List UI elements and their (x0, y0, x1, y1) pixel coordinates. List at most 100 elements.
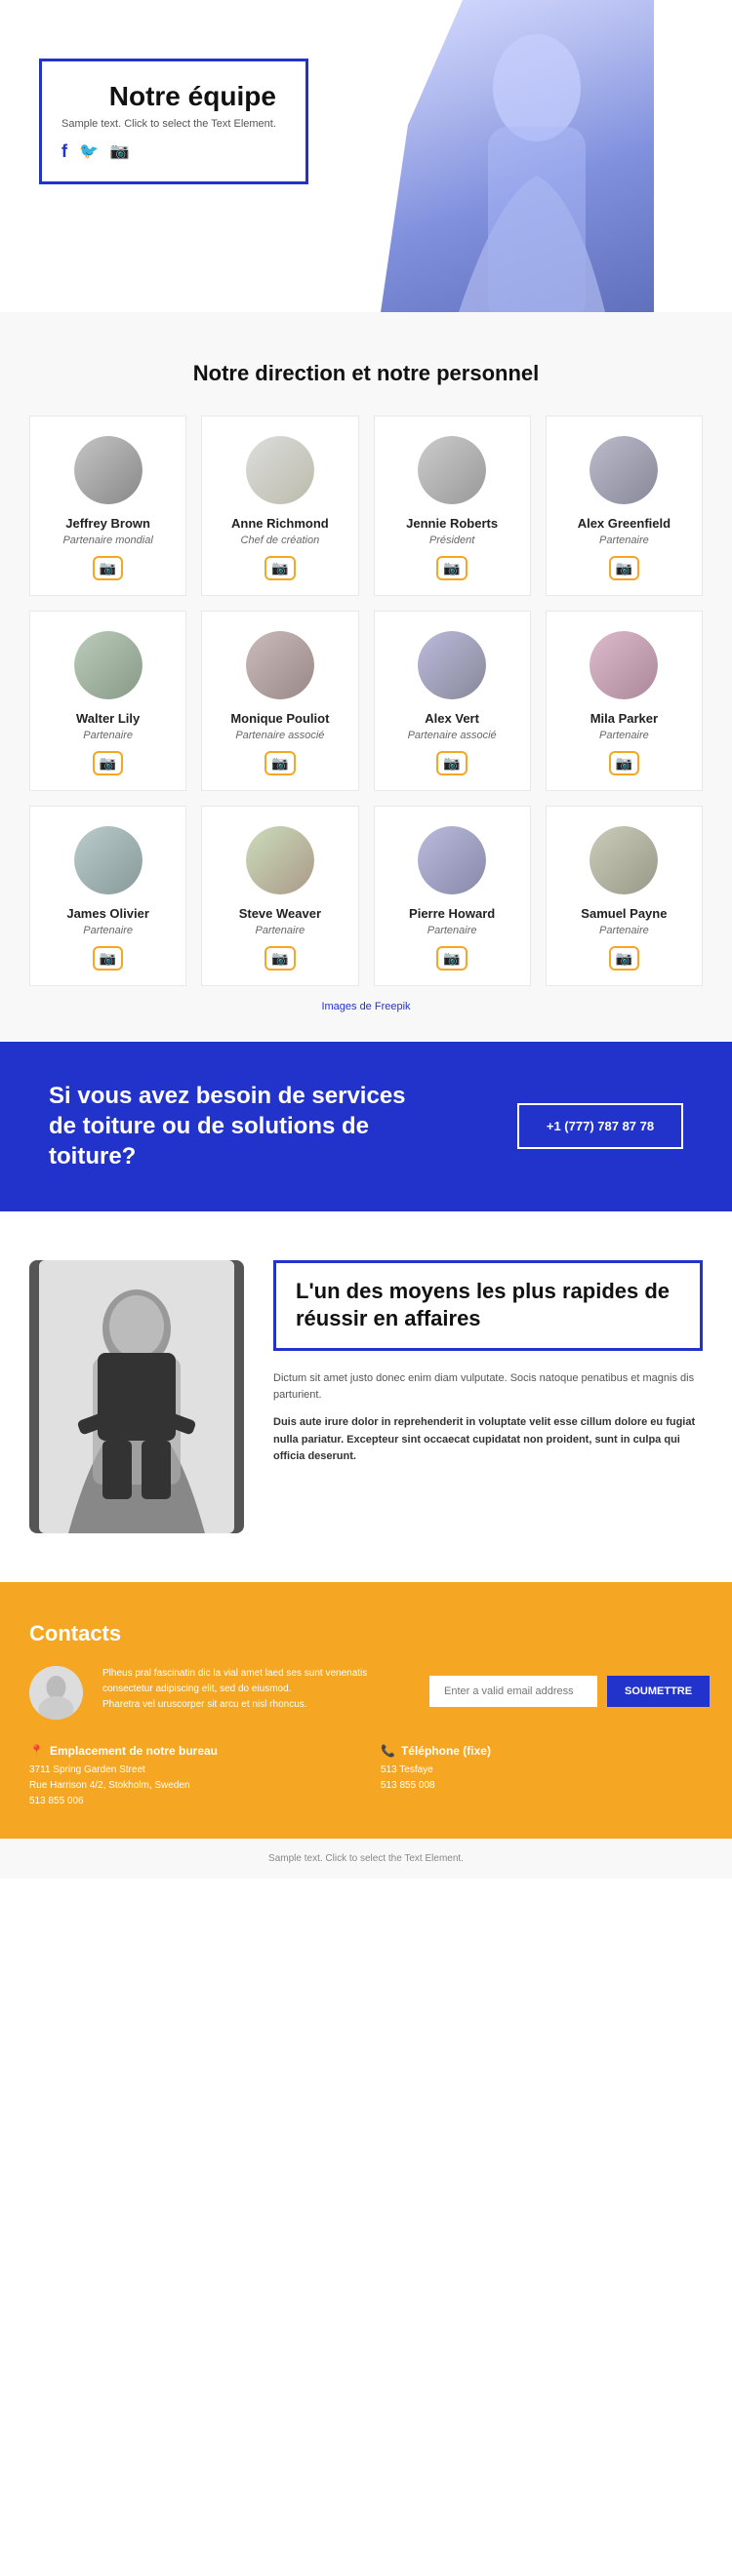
instagram-link-10[interactable]: 📷 (264, 946, 295, 971)
email-form: SOUMETTRE (429, 1666, 703, 1707)
footer-text: Sample text. Click to select the Text El… (268, 1853, 464, 1864)
contacts-bottom: 📍 Emplacement de notre bureau 3711 Sprin… (29, 1744, 703, 1809)
instagram-link-5[interactable]: 📷 (93, 751, 123, 775)
business-title-box: L'un des moyens les plus rapides de réus… (273, 1260, 703, 1351)
location-icon: 📍 (29, 1744, 44, 1758)
contacts-section: Contacts Plheus pral fascinatin dic la v… (0, 1582, 732, 1839)
avatar-4 (590, 436, 658, 504)
hero-title: Notre équipe (61, 81, 276, 112)
office-address-1: 3711 Spring Garden Street (29, 1763, 351, 1778)
member-role-1: Partenaire mondial (62, 535, 152, 546)
office-title: 📍 Emplacement de notre bureau (29, 1744, 351, 1758)
member-role-4: Partenaire (599, 535, 649, 546)
instagram-link-9[interactable]: 📷 (93, 946, 123, 971)
hero-subtitle: Sample text. Click to select the Text El… (61, 118, 276, 130)
cta-button[interactable]: +1 (777) 787 87 78 (517, 1103, 683, 1149)
submit-button[interactable]: SOUMETTRE (607, 1676, 710, 1707)
team-card-7: Alex Vert Partenaire associé 📷 (374, 611, 531, 791)
member-role-3: Président (429, 535, 474, 546)
member-name-4: Alex Greenfield (578, 516, 671, 531)
avatar-8 (590, 631, 658, 699)
avatar-6 (246, 631, 314, 699)
member-name-6: Monique Pouliot (230, 711, 329, 726)
member-role-8: Partenaire (599, 730, 649, 741)
team-grid: Jeffrey Brown Partenaire mondial 📷 Anne … (29, 416, 703, 986)
avatar-2 (246, 436, 314, 504)
freepik-note: Images de Freepik (29, 1001, 703, 1012)
instagram-link-1[interactable]: 📷 (93, 556, 123, 580)
member-name-3: Jennie Roberts (406, 516, 498, 531)
member-name-12: Samuel Payne (581, 906, 667, 921)
member-role-10: Partenaire (255, 925, 305, 936)
member-role-12: Partenaire (599, 925, 649, 936)
team-card-4: Alex Greenfield Partenaire 📷 (546, 416, 703, 596)
member-name-10: Steve Weaver (239, 906, 321, 921)
phone-line-2: 513 855 008 (381, 1778, 703, 1794)
email-input[interactable] (429, 1676, 597, 1707)
instagram-link-2[interactable]: 📷 (264, 556, 295, 580)
member-name-11: Pierre Howard (409, 906, 495, 921)
instagram-link-4[interactable]: 📷 (609, 556, 639, 580)
member-name-5: Walter Lily (76, 711, 140, 726)
team-card-11: Pierre Howard Partenaire 📷 (374, 806, 531, 986)
team-card-8: Mila Parker Partenaire 📷 (546, 611, 703, 791)
team-title: Notre direction et notre personnel (29, 361, 703, 386)
team-card-1: Jeffrey Brown Partenaire mondial 📷 (29, 416, 186, 596)
instagram-link-8[interactable]: 📷 (609, 751, 639, 775)
office-address-2: Rue Harrison 4/2, Stokholm, Sweden (29, 1778, 351, 1794)
instagram-link-3[interactable]: 📷 (436, 556, 467, 580)
footer: Sample text. Click to select the Text El… (0, 1839, 732, 1879)
avatar-5 (74, 631, 142, 699)
phone-info: 📞 Téléphone (fixe) 513 Tesfaye 513 855 0… (381, 1744, 703, 1809)
member-name-1: Jeffrey Brown (65, 516, 150, 531)
instagram-link-6[interactable]: 📷 (264, 751, 295, 775)
instagram-link-11[interactable]: 📷 (436, 946, 467, 971)
twitter-icon[interactable]: 🐦 (79, 141, 99, 162)
phone-line-1: 513 Tesfaye (381, 1763, 703, 1778)
phone-icon: 📞 (381, 1744, 395, 1758)
business-content: L'un des moyens les plus rapides de réus… (273, 1260, 703, 1533)
member-role-9: Partenaire (83, 925, 133, 936)
avatar-7 (418, 631, 486, 699)
avatar-12 (590, 826, 658, 894)
instagram-link-7[interactable]: 📷 (436, 751, 467, 775)
team-card-12: Samuel Payne Partenaire 📷 (546, 806, 703, 986)
business-image (29, 1260, 244, 1533)
team-card-3: Jennie Roberts Président 📷 (374, 416, 531, 596)
contacts-title: Contacts (29, 1621, 703, 1646)
member-role-5: Partenaire (83, 730, 133, 741)
member-role-2: Chef de création (241, 535, 320, 546)
team-card-2: Anne Richmond Chef de création 📷 (201, 416, 358, 596)
member-name-9: James Olivier (66, 906, 149, 921)
facebook-icon[interactable]: f (61, 141, 67, 162)
email-row: SOUMETTRE (429, 1676, 703, 1707)
contacts-info: Plheus pral fascinatin dic la vial amet … (102, 1666, 410, 1713)
team-card-9: James Olivier Partenaire 📷 (29, 806, 186, 986)
instagram-icon[interactable]: 📷 (110, 141, 130, 162)
contacts-text-1: Plheus pral fascinatin dic la vial amet … (102, 1666, 410, 1697)
instagram-link-12[interactable]: 📷 (609, 946, 639, 971)
cta-text: Si vous avez besoin de services de toitu… (49, 1081, 420, 1172)
avatar-9 (74, 826, 142, 894)
business-text-2: Duis aute irure dolor in reprehenderit i… (273, 1414, 703, 1466)
hero-section: Notre équipe Sample text. Click to selec… (0, 0, 732, 312)
social-icons: f 🐦 📷 (61, 141, 276, 162)
team-card-10: Steve Weaver Partenaire 📷 (201, 806, 358, 986)
contacts-top: Plheus pral fascinatin dic la vial amet … (29, 1666, 703, 1720)
cta-section: Si vous avez besoin de services de toitu… (0, 1042, 732, 1211)
office-phone: 513 855 006 (29, 1794, 351, 1809)
member-role-6: Partenaire associé (235, 730, 324, 741)
business-title: L'un des moyens les plus rapides de réus… (296, 1278, 680, 1333)
team-card-5: Walter Lily Partenaire 📷 (29, 611, 186, 791)
member-role-11: Partenaire (427, 925, 477, 936)
freepik-link[interactable]: Freepik (375, 1001, 411, 1012)
avatar-3 (418, 436, 486, 504)
avatar-10 (246, 826, 314, 894)
office-info: 📍 Emplacement de notre bureau 3711 Sprin… (29, 1744, 351, 1809)
phone-title: 📞 Téléphone (fixe) (381, 1744, 703, 1758)
contacts-text-2: Pharetra vel uruscorper sit arcu et nisl… (102, 1697, 410, 1713)
contacts-avatar (29, 1666, 83, 1720)
member-name-8: Mila Parker (590, 711, 658, 726)
business-text-1: Dictum sit amet justo donec enim diam vu… (273, 1370, 703, 1405)
avatar-11 (418, 826, 486, 894)
